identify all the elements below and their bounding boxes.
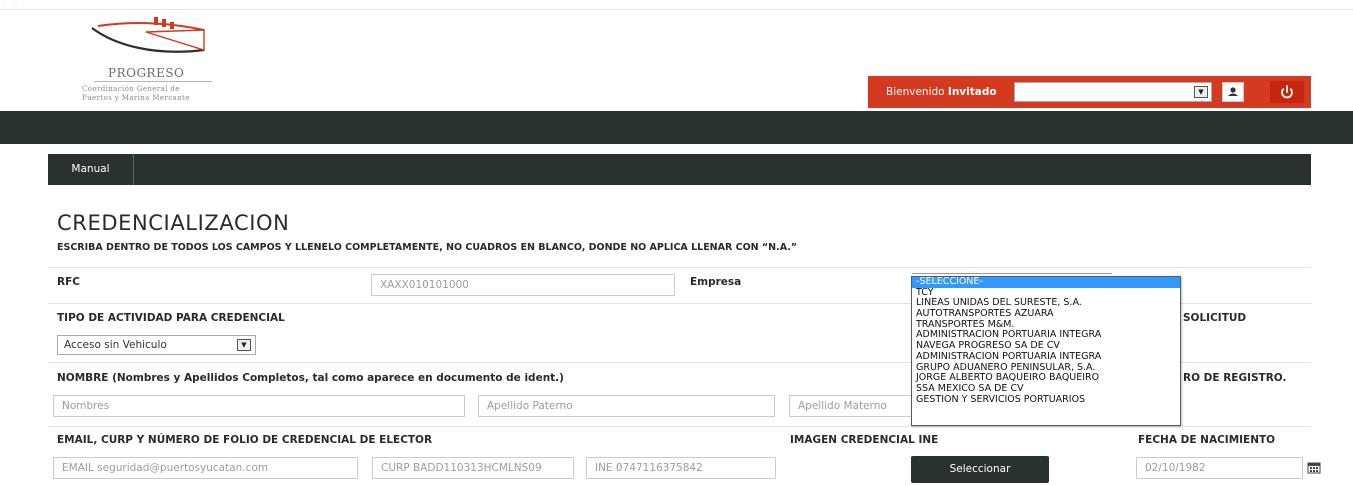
empresa-select-edge	[912, 273, 1112, 276]
dropdown-arrow-icon: ▼	[237, 339, 251, 351]
user-select[interactable]: ▼	[1014, 82, 1212, 102]
user-icon	[1228, 87, 1238, 96]
apellido-materno-input[interactable]: Apellido Materno	[789, 395, 913, 417]
calendar-icon[interactable]	[1307, 461, 1321, 474]
rfc-label: RFC	[57, 276, 80, 288]
empresa-option[interactable]: GESTION Y SERVICIOS PORTUARIOS	[912, 394, 1180, 406]
email-curp-ine-label: EMAIL, CURP Y NÚMERO DE FOLIO DE CREDENC…	[57, 434, 433, 446]
select-ine-image-button[interactable]: Seleccionar	[911, 456, 1049, 483]
tipo-actividad-value: Acceso sin Vehiculo	[64, 339, 167, 351]
corner-mark: · · ·	[4, 3, 27, 9]
empresa-option[interactable]: ADMINISTRACION PORTUARIA INTEGRA	[912, 351, 1180, 363]
fecha-nacimiento-label: FECHA DE NACIMIENTO	[1138, 434, 1276, 446]
imagen-ine-label: IMAGEN CREDENCIAL INE	[790, 434, 939, 446]
logout-button[interactable]	[1270, 81, 1304, 103]
ship-logo-icon	[91, 17, 205, 53]
logo-divider	[94, 81, 212, 82]
apellido-paterno-input[interactable]: Apellido Paterno	[478, 395, 775, 417]
email-input[interactable]: EMAIL seguridad@puertosyucatan.com	[53, 457, 358, 479]
row-divider	[48, 267, 1311, 268]
header-band	[0, 111, 1353, 144]
top-rule	[0, 9, 1353, 10]
nombre-label: NOMBRE (Nombres y Apellidos Completos, t…	[57, 372, 564, 384]
empresa-label: Empresa	[690, 276, 742, 288]
user-bar: Bienvenido Invitado ▼	[868, 76, 1311, 108]
logo-name: PROGRESO	[108, 66, 185, 80]
empresa-option[interactable]: SSA MEXICO SA DE CV	[912, 383, 1180, 395]
instructions-text: ESCRIBA DENTRO DE TODOS LOS CAMPOS Y LLE…	[57, 242, 798, 253]
logo-subtitle-line2: Puertos y Marina Mercante	[82, 94, 190, 102]
nombres-input[interactable]: Nombres	[53, 395, 465, 417]
ine-input[interactable]: INE 0747116375842	[586, 457, 776, 479]
registro-label: RO DE REGISTRO.	[1183, 372, 1287, 384]
tipo-actividad-select[interactable]: Acceso sin Vehiculo ▼	[57, 335, 256, 355]
empresa-dropdown[interactable]: -SELECCIONE- TCY LINEAS UNIDAS DEL SURES…	[911, 273, 1181, 426]
power-icon	[1281, 85, 1293, 99]
tipo-actividad-label: TIPO DE ACTIVIDAD PARA CREDENCIAL	[57, 312, 285, 324]
curp-input[interactable]: CURP BADD110313HCMLNS09	[372, 457, 574, 479]
dropdown-arrow-icon: ▼	[1194, 86, 1208, 98]
fecha-nacimiento-input[interactable]: 02/10/1982	[1136, 457, 1303, 479]
logo: PROGRESO Coordinación General de Puertos…	[82, 16, 236, 108]
solicitud-label: SOLICITUD	[1183, 312, 1247, 324]
rfc-input[interactable]: XAXX010101000	[371, 274, 675, 296]
row-divider	[48, 426, 1311, 427]
user-button[interactable]	[1222, 82, 1244, 102]
welcome-prefix: Bienvenido	[886, 86, 945, 98]
empresa-option[interactable]: -SELECCIONE-	[912, 276, 1180, 288]
logo-subtitle-line1: Coordinación General de	[82, 85, 180, 93]
page-title: CREDENCIALIZACION	[57, 211, 290, 235]
welcome-user: Invitado	[947, 86, 997, 98]
main-nav: Manual	[48, 154, 1311, 185]
welcome-text: Bienvenido Invitado	[886, 86, 997, 98]
nav-item-manual[interactable]: Manual	[48, 154, 134, 185]
